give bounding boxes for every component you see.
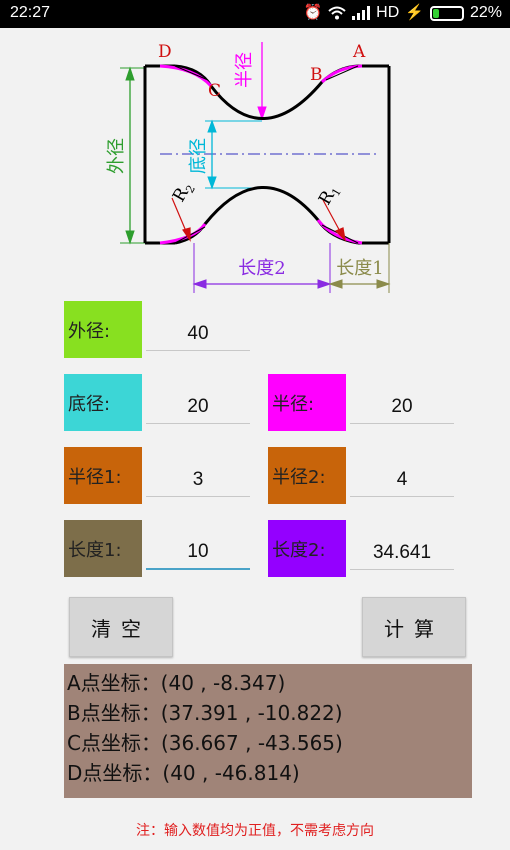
point-c-coordinates: C点坐标：(36.667 , -43.565)	[67, 731, 343, 755]
r2-leader	[171, 197, 191, 242]
point-b-coordinates: B点坐标：(37.391 , -10.822)	[67, 701, 343, 725]
battery-percent: 22%	[469, 4, 502, 21]
outer-diameter-label-box: 外径:	[64, 301, 142, 358]
alarm-icon: ⏰	[303, 4, 323, 21]
point-a-coordinates: A点坐标：(40 , -8.347)	[67, 671, 286, 695]
base-diameter-label-box: 底径:	[64, 374, 142, 431]
base-diameter-input[interactable]	[146, 384, 250, 424]
point-b-label: B	[310, 65, 323, 85]
length2-input[interactable]	[350, 530, 454, 570]
length1-label-box: 长度1:	[64, 520, 142, 577]
length1-label: 长度1	[336, 258, 383, 279]
base-diameter-label: 底径	[188, 138, 209, 174]
clear-button[interactable]: 清空	[69, 597, 173, 657]
radius-dimension	[257, 42, 267, 121]
radius-label-box: 半径:	[268, 374, 346, 431]
signal-icon	[352, 6, 371, 20]
outer-diameter-label: 外径	[106, 138, 127, 174]
outer-diameter-input[interactable]	[146, 311, 250, 351]
point-d-label: D	[158, 42, 172, 62]
radius1-input[interactable]	[146, 457, 250, 497]
length1-input[interactable]	[146, 530, 250, 570]
radius1-label-box: 半径1:	[64, 447, 142, 504]
wifi-icon	[328, 6, 346, 20]
length2-label: 长度2	[238, 258, 285, 279]
charging-icon: ⚡	[405, 4, 424, 21]
status-bar: 22:27 ⏰ HD ⚡ 22%	[0, 0, 510, 28]
results-panel: A点坐标：(40 , -8.347) B点坐标：(37.391 , -10.82…	[64, 664, 472, 798]
length2-label-box: 长度2:	[268, 520, 346, 577]
radius-label: 半径	[234, 52, 255, 88]
point-c-label: C	[208, 81, 221, 101]
point-a-label: A	[352, 42, 366, 62]
point-d-coordinates: D点坐标：(40 , -46.814)	[67, 761, 300, 785]
network-type: HD	[376, 4, 400, 21]
battery-icon	[429, 5, 464, 21]
radius2-label-box: 半径2:	[268, 447, 346, 504]
radius2-input[interactable]	[350, 457, 454, 497]
r1-label: R1	[315, 181, 344, 209]
status-time: 22:27	[10, 4, 51, 21]
profile-diagram: 外径 底径 半径 R2 R1 A B C D 长度2 长度1	[106, 42, 391, 293]
calculate-button[interactable]: 计算	[362, 597, 466, 657]
input-note: 注：输入数值均为正值，不需考虑方向	[136, 823, 374, 839]
radius-input[interactable]	[350, 384, 454, 424]
